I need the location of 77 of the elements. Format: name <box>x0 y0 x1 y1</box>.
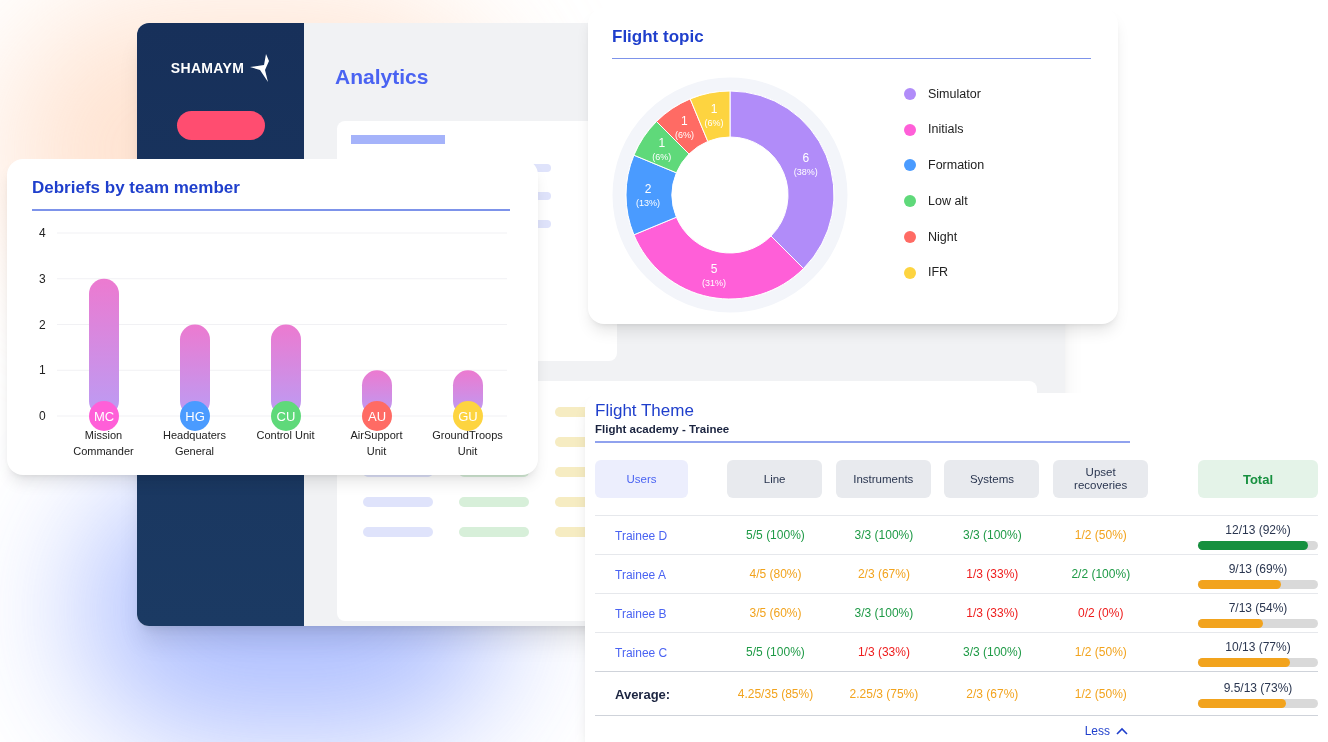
logo-text: SHAMAYM <box>170 58 245 78</box>
score-value: 3/5 (60%) <box>749 605 802 623</box>
skeleton-bar <box>459 526 529 537</box>
score-value: 4.25/35 (85%) <box>737 685 814 703</box>
total-score: 9/13 (69%) <box>1228 560 1288 578</box>
score-value: 3/3 (100%) <box>854 605 914 623</box>
user-name[interactable]: Trainee C <box>615 646 668 661</box>
y-tick-label: 2 <box>39 317 46 331</box>
score-value: 3/3 (100%) <box>854 527 914 545</box>
card-title: Debriefs by team member <box>32 177 241 199</box>
score-value: 1/2 (50%) <box>1074 527 1127 545</box>
total-score: 10/13 (77%) <box>1225 638 1291 656</box>
skeleton-bar <box>363 526 433 537</box>
slice-value: 5 <box>710 261 718 276</box>
legend-label: Initials <box>928 121 964 139</box>
score-value: 1/2 (50%) <box>1074 685 1127 703</box>
user-name[interactable]: Trainee B <box>615 607 667 622</box>
column-header[interactable]: Instruments <box>835 460 931 499</box>
avatar: GU <box>453 400 483 431</box>
score-value: 2/3 (67%) <box>857 566 910 584</box>
total-score: 12/13 (92%) <box>1225 521 1291 539</box>
less-toggle[interactable]: Less <box>1084 722 1128 741</box>
y-tick-label: 1 <box>39 362 46 377</box>
user-name[interactable]: Trainee D <box>615 529 668 544</box>
slice-percent: (6%) <box>652 151 672 162</box>
score-value: 2/3 (67%) <box>966 685 1019 703</box>
avatar: HG <box>180 400 210 431</box>
slice-value: 6 <box>802 150 810 165</box>
score-value: 2/2 (100%) <box>1071 566 1131 584</box>
y-tick-label: 3 <box>39 271 46 286</box>
column-header[interactable]: Total <box>1198 460 1318 499</box>
score-value: 0/2 (0%) <box>1078 605 1124 623</box>
user-name[interactable]: Trainee A <box>615 568 666 583</box>
slice-value: 1 <box>710 101 718 116</box>
y-tick-label: 4 <box>39 225 46 240</box>
total-score: 9.5/13 (73%) <box>1223 680 1293 698</box>
legend-label: Night <box>928 228 958 246</box>
score-value: 1/3 (33%) <box>966 566 1019 584</box>
score-value: 5/5 (100%) <box>746 527 805 545</box>
column-header[interactable]: Upset recoveries <box>1053 460 1149 499</box>
avatar: MC <box>89 400 119 431</box>
card-title: Flight topic <box>612 26 705 48</box>
legend-label: IFR <box>928 264 949 282</box>
legend-label: Low alt <box>928 192 968 210</box>
avatar: CU <box>271 400 301 431</box>
score-value: 1/2 (50%) <box>1074 644 1127 662</box>
skeleton-bar <box>363 496 433 507</box>
score-value: 3/3 (100%) <box>963 527 1022 545</box>
slice-percent: (6%) <box>674 129 694 140</box>
score-value: 1/3 (33%) <box>966 605 1019 623</box>
score-value: 3/3 (100%) <box>963 644 1022 662</box>
legend-label: Formation <box>928 157 985 174</box>
y-tick-label: 0 <box>39 408 46 423</box>
score-value: 1/3 (33%) <box>857 644 910 662</box>
slice-value: 1 <box>681 113 688 128</box>
slice-value: 1 <box>658 135 666 150</box>
score-value: 2.25/3 (75%) <box>849 685 919 703</box>
slice-value: 2 <box>644 181 652 196</box>
slice-percent: (13%) <box>636 197 660 208</box>
avatar: AU <box>362 400 392 431</box>
sidebar-pill[interactable] <box>176 111 265 140</box>
score-value: 5/5 (100%) <box>746 644 805 662</box>
slice-percent: (38%) <box>793 166 818 177</box>
total-score: 7/13 (54%) <box>1228 599 1288 617</box>
slice-percent: (31%) <box>702 277 726 288</box>
average-label: Average: <box>615 686 671 702</box>
legend-label: Simulator <box>928 85 981 103</box>
card-title: Flight Theme <box>595 401 695 421</box>
card-subtitle: Flight academy - Trainee <box>595 422 731 437</box>
skeleton-bar <box>459 496 529 507</box>
column-header[interactable]: Line <box>727 460 823 499</box>
column-header[interactable]: Users <box>595 460 688 499</box>
page-title: Analytics <box>335 64 430 90</box>
caret-up-icon <box>1116 727 1128 736</box>
slice-percent: (6%) <box>704 117 724 128</box>
column-header[interactable]: Systems <box>944 460 1040 499</box>
score-value: 4/5 (80%) <box>749 566 802 584</box>
